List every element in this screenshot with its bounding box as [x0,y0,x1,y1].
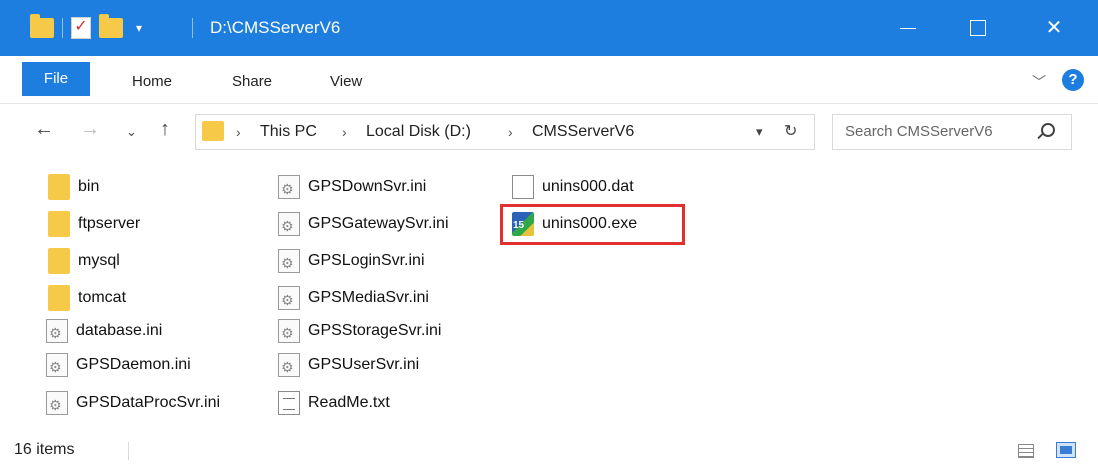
list-item[interactable]: tomcat [48,283,126,313]
details-view-icon[interactable] [1018,444,1034,458]
breadcrumb-local-disk[interactable]: Local Disk (D:) [366,115,471,149]
file-name: ReadMe.txt [308,394,390,411]
folder-icon[interactable] [30,14,54,38]
ini-file-icon [278,353,300,377]
list-item[interactable]: GPSMediaSvr.ini [278,283,429,313]
properties-icon[interactable]: ✓ [71,17,91,39]
ribbon: File Home Share View ﹀ ? [0,56,1098,104]
list-item[interactable]: bin [48,172,99,202]
file-name: GPSUserSvr.ini [308,356,420,373]
file-name: GPSMediaSvr.ini [308,289,429,306]
breadcrumb-separator-icon[interactable]: › [236,115,241,149]
quick-access-toolbar: ✓ ▾ [30,14,147,42]
search-input[interactable]: Search CMSServerV6 [845,115,993,149]
tab-view[interactable]: View [330,68,362,96]
maximize-button[interactable] [948,0,1008,56]
ini-file-icon [278,319,300,343]
tab-home[interactable]: Home [132,68,172,96]
dat-file-icon [512,175,534,199]
file-name: GPSDataProcSvr.ini [76,394,221,411]
file-name: GPSLoginSvr.ini [308,252,425,269]
file-name: bin [78,178,100,195]
expand-ribbon-chevron-icon[interactable]: ﹀ [1032,72,1046,92]
tab-file[interactable]: File [22,62,90,96]
help-icon[interactable]: ? [1062,69,1084,91]
toolbar-divider [62,18,63,38]
file-list: bin ftpserver mysql tomcat database.ini … [0,160,1098,430]
status-divider [128,442,129,460]
folder-icon [48,285,70,311]
address-bar[interactable]: › This PC › Local Disk (D:) › CMSServerV… [195,114,815,150]
ini-file-icon [278,212,300,236]
list-item[interactable]: GPSDownSvr.ini [278,172,426,202]
text-file-icon [278,391,300,415]
forward-arrow-icon[interactable]: → [80,118,100,141]
file-name: GPSGatewaySvr.ini [308,215,449,232]
folder-icon [48,211,70,237]
recent-locations-chevron-icon[interactable]: ⌄ [126,124,137,140]
navigation-bar: ← → ⌄ ↑ › This PC › Local Disk (D:) › CM… [0,104,1098,160]
title-bar: ✓ ▾ D:\CMSServerV6 ✕ [0,0,1098,56]
customize-toolbar-dropdown[interactable]: ▾ [131,21,147,35]
tab-share[interactable]: Share [232,68,272,96]
maximize-icon [970,20,986,36]
list-item[interactable]: GPSLoginSvr.ini [278,246,425,276]
file-name: tomcat [78,289,127,306]
folder-icon [48,174,70,200]
ini-file-icon [278,175,300,199]
address-dropdown-icon[interactable]: ▾ [756,115,763,149]
file-name: ftpserver [78,215,141,232]
list-item[interactable]: unins000.dat [512,172,634,202]
search-box[interactable]: Search CMSServerV6 [832,114,1072,150]
list-item[interactable]: GPSDataProcSvr.ini [46,388,220,418]
file-name: GPSDownSvr.ini [308,178,427,195]
list-item[interactable]: GPSStorageSvr.ini [278,316,441,346]
list-item[interactable]: GPSUserSvr.ini [278,350,419,380]
ini-file-icon [46,319,68,343]
title-divider [192,18,193,38]
breadcrumb-separator-icon[interactable]: › [508,115,513,149]
folder-icon [202,121,224,141]
file-name: database.ini [76,322,163,339]
search-icon[interactable] [1041,123,1055,137]
status-bar: 16 items [0,430,1098,470]
breadcrumb-cmsserverv6[interactable]: CMSServerV6 [532,115,634,149]
minimize-icon [900,28,916,29]
ini-file-icon [278,249,300,273]
ini-file-icon [278,286,300,310]
list-item[interactable]: GPSGatewaySvr.ini [278,209,449,239]
file-name: GPSDaemon.ini [76,356,191,373]
minimize-button[interactable] [878,0,938,56]
ini-file-icon [46,353,68,377]
breadcrumb-separator-icon[interactable]: › [342,115,347,149]
list-item[interactable]: mysql [48,246,120,276]
close-button[interactable]: ✕ [1024,0,1084,56]
file-name: mysql [78,252,120,269]
large-icons-view-icon[interactable] [1056,442,1076,458]
folder-icon [48,248,70,274]
refresh-icon[interactable]: ↻ [784,115,797,149]
back-arrow-icon[interactable]: ← [34,118,54,141]
list-item[interactable]: database.ini [46,316,162,346]
file-name: GPSStorageSvr.ini [308,322,442,339]
new-folder-icon[interactable] [99,14,123,38]
list-item[interactable]: ftpserver [48,209,140,239]
ini-file-icon [46,391,68,415]
highlight-box [500,204,685,245]
close-icon: ✕ [1045,17,1063,39]
breadcrumb-this-pc[interactable]: This PC [260,115,317,149]
up-arrow-icon[interactable]: ↑ [160,118,170,141]
file-name: unins000.dat [542,178,634,195]
list-item[interactable]: GPSDaemon.ini [46,350,191,380]
window-title: D:\CMSServerV6 [210,18,341,37]
list-item[interactable]: ReadMe.txt [278,388,390,418]
item-count: 16 items [14,441,75,458]
